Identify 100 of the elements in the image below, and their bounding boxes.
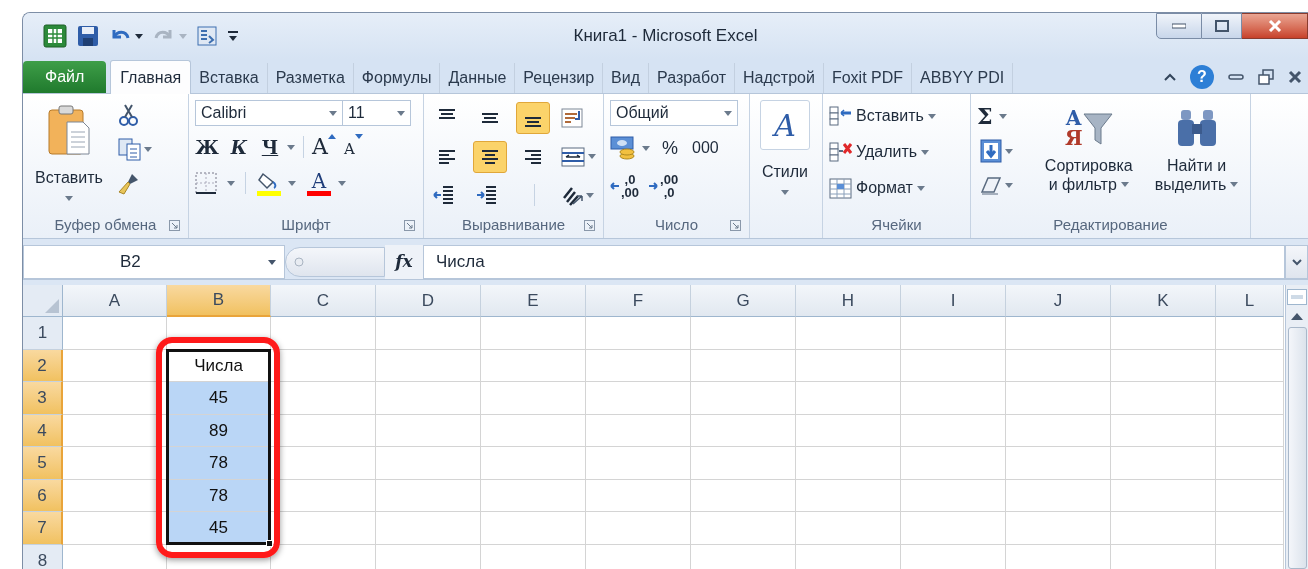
styles-icon: A [760,100,810,150]
column-header[interactable]: F [586,285,691,317]
grow-font-button[interactable]: A [312,134,328,160]
fill-color-icon[interactable] [256,170,282,196]
insert-cells-icon [829,105,852,127]
grid-cell [1216,479,1284,512]
autosum-button[interactable]: Σ [977,100,1029,132]
underline-button[interactable]: Ч [259,134,281,160]
decrease-decimal-button[interactable]: ,00 ,0 [649,170,679,202]
close-button[interactable] [1242,13,1308,39]
chevron-down-icon [1291,258,1302,266]
increase-indent-icon[interactable] [475,184,497,207]
scissors-icon[interactable] [118,104,139,126]
help-button[interactable]: ? [1190,65,1214,89]
row-header[interactable]: 2 [23,349,63,382]
vertical-align-button[interactable] [515,101,550,134]
table-cell: 78 [167,479,271,512]
column-header[interactable]: L [1216,285,1284,317]
minimize-icon [1172,23,1186,29]
dialog-launcher-icon[interactable] [584,220,595,231]
column-header[interactable]: G [691,285,796,317]
ribbon-tab[interactable]: Главная [110,60,192,94]
font-color-button[interactable]: A [306,170,332,196]
column-header[interactable]: C [271,285,376,317]
spreadsheet-icon [43,24,67,48]
thousands-button[interactable]: 000 [690,135,721,161]
cells-command-button[interactable]: Вставить [829,100,936,132]
merge-cells-icon[interactable] [561,146,586,168]
row-header[interactable]: 3 [23,382,63,415]
row-header[interactable]: 6 [23,479,63,512]
caret-icon[interactable] [268,259,276,265]
increase-decimal-button[interactable]: ,0 ,00 [610,170,640,202]
borders-icon[interactable] [195,172,217,194]
bold-button[interactable]: Ж [195,134,219,160]
sort-filter-button[interactable]: А Я Сортировка и фильтр [1034,100,1144,212]
eraser-icon[interactable] [980,174,1002,196]
column-header[interactable]: B [167,285,271,317]
dialog-launcher-icon[interactable] [169,220,180,231]
form-icon[interactable] [197,26,217,46]
row-header[interactable]: 5 [23,447,63,480]
align-lines-icon [524,116,541,127]
clipboard-icon [47,104,91,156]
file-tab[interactable]: Файл [23,61,107,93]
grid-cell [1216,349,1284,382]
arrow-icon [649,182,659,190]
font-name-field[interactable]: Calibri [195,100,343,126]
save-icon[interactable] [77,25,99,47]
caret-icon[interactable] [135,33,143,39]
column-header[interactable]: I [901,285,1006,317]
fill-handle[interactable] [266,539,273,547]
styles-button[interactable]: A Стили [756,100,814,212]
column-header[interactable]: H [796,285,901,317]
maximize-button[interactable] [1202,13,1242,39]
wrap-text-icon[interactable] [561,106,584,129]
split-icon [1291,295,1303,299]
italic-button[interactable]: К [227,134,251,160]
horizontal-align-button[interactable] [472,141,507,173]
formula-input[interactable]: Числа [423,245,1285,279]
grid-cell [1216,447,1284,480]
cells-command-button[interactable]: Удалить [829,136,936,168]
collapse-ribbon-icon[interactable] [1164,73,1176,81]
copy-icon[interactable] [118,137,141,161]
arrow-up-icon [1291,312,1303,320]
paste-button[interactable]: Вставить [29,100,109,212]
decrease-icon [354,134,363,139]
fill-down-icon[interactable] [980,139,1002,163]
cells-command-button[interactable]: Формат [829,172,936,204]
dialog-launcher-icon[interactable] [404,220,415,231]
table-cell: 45 [167,382,271,415]
grid-cell [1216,317,1284,350]
currency-icon[interactable] [610,135,636,161]
name-box[interactable]: B2 [23,245,285,279]
row-header[interactable]: 8 [23,544,63,569]
shrink-font-button[interactable]: A [343,134,355,160]
find-select-button[interactable]: Найти и выделить [1149,100,1244,212]
expand-formula-button[interactable] [1285,245,1308,279]
scrollbar-thumb[interactable] [1287,327,1307,569]
customize-icon[interactable] [227,29,239,43]
column-header[interactable]: K [1111,285,1216,317]
format-painter-icon[interactable] [118,171,140,195]
row-header[interactable]: 4 [23,414,63,447]
column-header[interactable]: J [1006,285,1111,317]
column-header[interactable]: A [63,285,167,317]
column-header[interactable]: D [376,285,481,317]
table-cell: 78 [167,447,271,480]
column-header[interactable]: E [481,285,586,317]
font-size-field[interactable]: 11 [343,100,411,126]
group-label: Буфер обмена [54,214,157,235]
minimize-icon[interactable] [1228,74,1244,80]
restore-icon[interactable] [1258,69,1274,85]
minimize-button[interactable] [1156,13,1202,39]
dialog-launcher-icon[interactable] [730,220,741,231]
close-icon[interactable] [1288,70,1302,84]
row-header[interactable]: 7 [23,512,63,545]
number-format-field[interactable]: Общий [610,100,738,126]
row-header[interactable]: 1 [23,317,63,350]
grid-cell [1216,382,1284,415]
percent-button[interactable]: % [658,135,682,161]
align-lines-icon [439,150,455,164]
decrease-indent-icon[interactable] [433,184,454,207]
